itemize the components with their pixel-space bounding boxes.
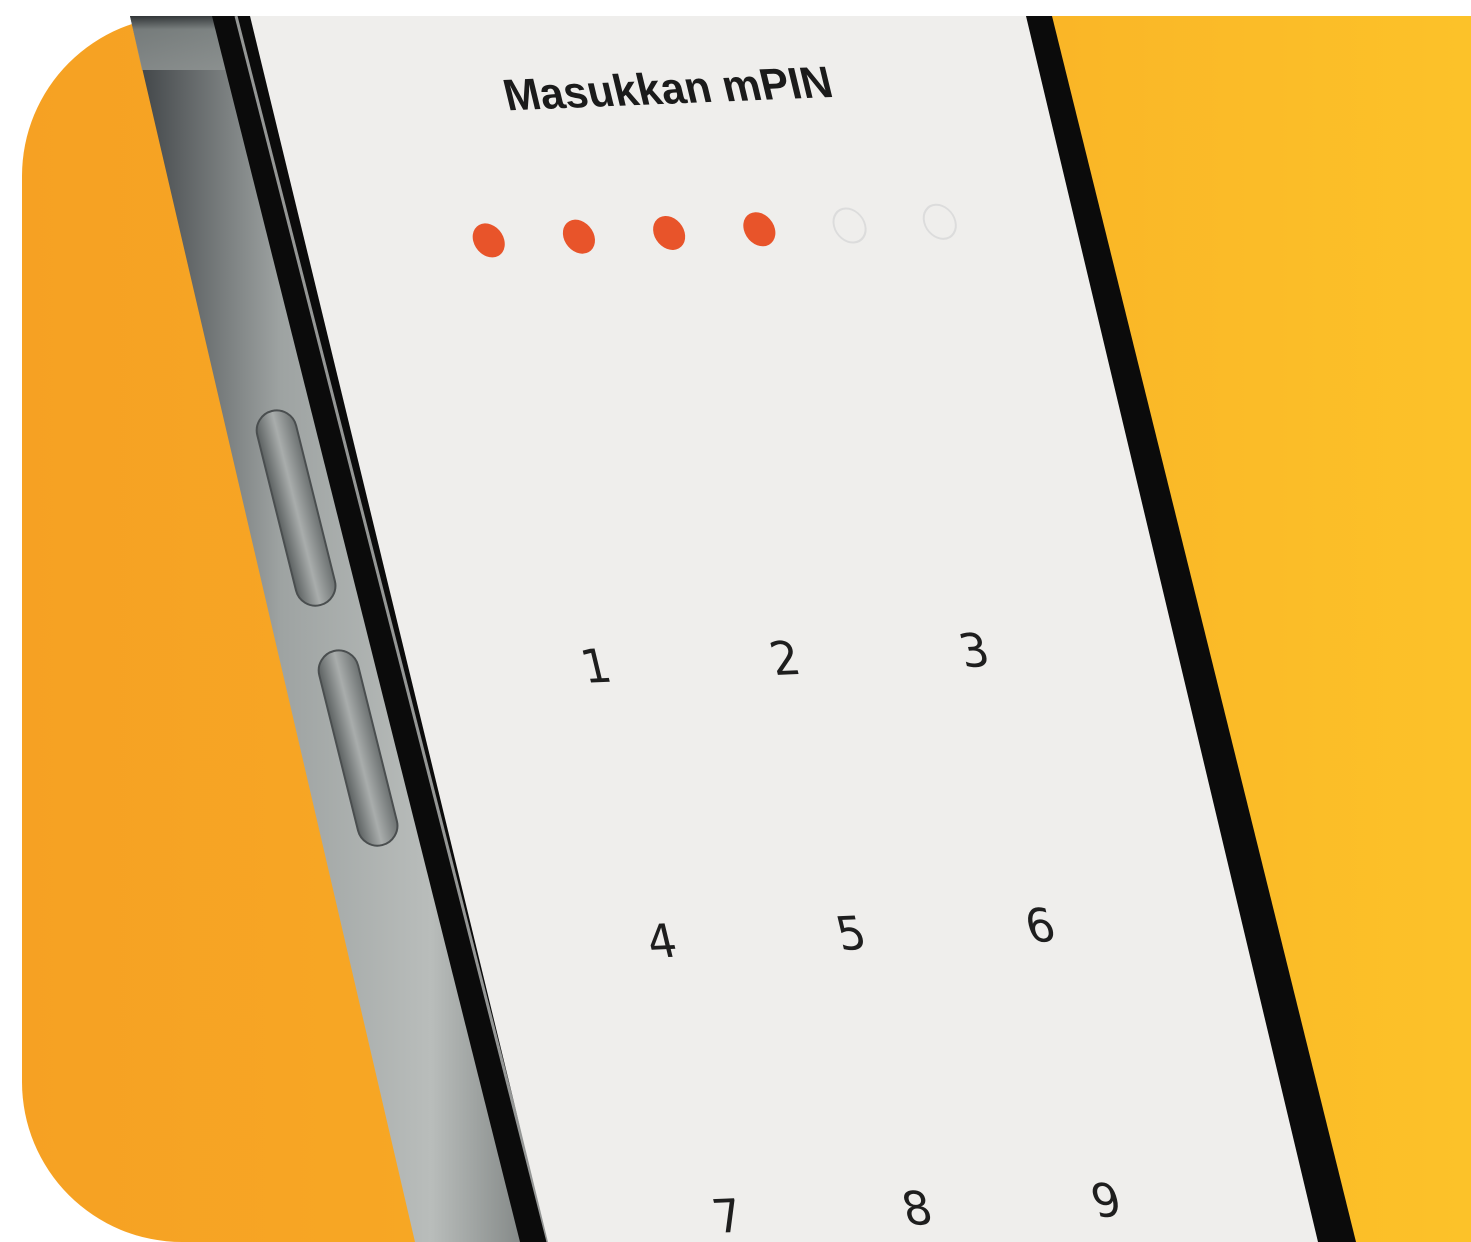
promo-scene: Masukkan mPIN 123456789 (0, 0, 1471, 1242)
phone-mockup: Masukkan mPIN 1 2 34 5 67 8 9 (130, 15, 1356, 1242)
